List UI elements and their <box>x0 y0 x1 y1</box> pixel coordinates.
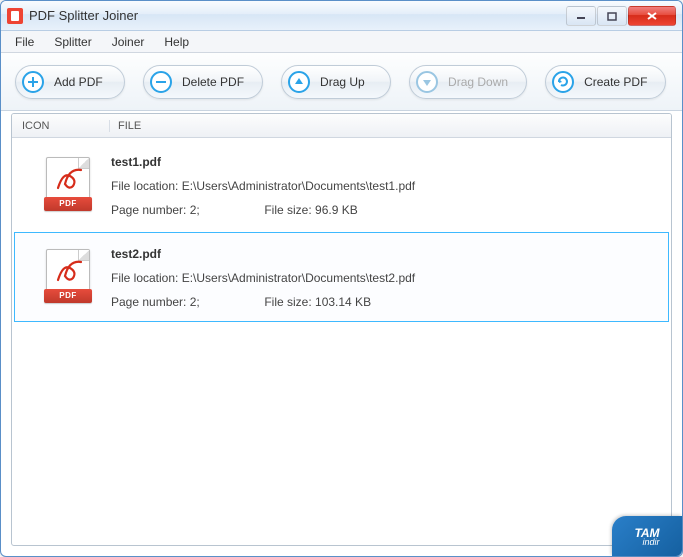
pdf-file-icon: PDF <box>44 157 92 213</box>
pdf-file-icon: PDF <box>44 249 92 305</box>
create-pdf-button[interactable]: Create PDF <box>545 65 666 99</box>
menu-file[interactable]: File <box>5 33 44 51</box>
file-meta: Page number: 2; File size: 103.14 KB <box>111 295 658 309</box>
minimize-button[interactable] <box>566 6 596 26</box>
add-pdf-label: Add PDF <box>54 75 103 89</box>
drag-up-label: Drag Up <box>320 75 365 89</box>
file-icon-cell: PDF <box>25 247 111 309</box>
titlebar[interactable]: PDF Splitter Joiner <box>1 1 682 31</box>
close-icon <box>646 11 658 21</box>
header-file[interactable]: FILE <box>110 120 671 132</box>
header-icon[interactable]: ICON <box>12 120 110 132</box>
app-window: PDF Splitter Joiner File Splitter Joiner… <box>0 0 683 557</box>
refresh-icon <box>552 71 574 93</box>
file-size: File size: 103.14 KB <box>264 295 371 309</box>
file-location: File location: E:\Users\Administrator\Do… <box>111 179 658 193</box>
file-name: test2.pdf <box>111 247 658 261</box>
menu-joiner[interactable]: Joiner <box>102 33 155 51</box>
file-meta: Page number: 2; File size: 96.9 KB <box>111 203 658 217</box>
minimize-icon <box>576 11 586 21</box>
window-controls <box>566 6 676 26</box>
adobe-swirl-icon <box>55 256 85 284</box>
maximize-icon <box>607 11 617 21</box>
drag-down-button[interactable]: Drag Down <box>409 65 527 99</box>
toolbar: Add PDF Delete PDF Drag Up Drag Down Cre… <box>1 53 682 111</box>
delete-pdf-button[interactable]: Delete PDF <box>143 65 263 99</box>
file-row[interactable]: PDF test1.pdf File location: E:\Users\Ad… <box>14 140 669 230</box>
add-pdf-button[interactable]: Add PDF <box>15 65 125 99</box>
file-name: test1.pdf <box>111 155 658 169</box>
file-page-count: Page number: 2; <box>111 203 261 217</box>
file-rows-container: PDF test1.pdf File location: E:\Users\Ad… <box>12 140 671 322</box>
watermark-badge: TAM indir <box>612 516 682 556</box>
maximize-button[interactable] <box>597 6 627 26</box>
arrow-down-icon <box>416 71 438 93</box>
window-title: PDF Splitter Joiner <box>29 8 566 23</box>
drag-up-button[interactable]: Drag Up <box>281 65 391 99</box>
pdf-badge-label: PDF <box>44 197 92 211</box>
menu-help[interactable]: Help <box>154 33 199 51</box>
file-info: test1.pdf File location: E:\Users\Admini… <box>111 155 658 217</box>
file-row[interactable]: PDF test2.pdf File location: E:\Users\Ad… <box>14 232 669 322</box>
adobe-swirl-icon <box>55 164 85 192</box>
file-info: test2.pdf File location: E:\Users\Admini… <box>111 247 658 309</box>
drag-down-label: Drag Down <box>448 75 508 89</box>
menubar: File Splitter Joiner Help <box>1 31 682 53</box>
file-icon-cell: PDF <box>25 155 111 217</box>
file-list-panel: ICON FILE PDF test1.pdf File location: E… <box>11 113 672 546</box>
minus-icon <box>150 71 172 93</box>
file-size: File size: 96.9 KB <box>264 203 357 217</box>
close-button[interactable] <box>628 6 676 26</box>
create-pdf-label: Create PDF <box>584 75 647 89</box>
app-icon <box>7 8 23 24</box>
plus-icon <box>22 71 44 93</box>
pdf-badge-label: PDF <box>44 289 92 303</box>
delete-pdf-label: Delete PDF <box>182 75 244 89</box>
file-page-count: Page number: 2; <box>111 295 261 309</box>
file-location: File location: E:\Users\Administrator\Do… <box>111 271 658 285</box>
list-header: ICON FILE <box>12 114 671 138</box>
arrow-up-icon <box>288 71 310 93</box>
menu-splitter[interactable]: Splitter <box>44 33 101 51</box>
